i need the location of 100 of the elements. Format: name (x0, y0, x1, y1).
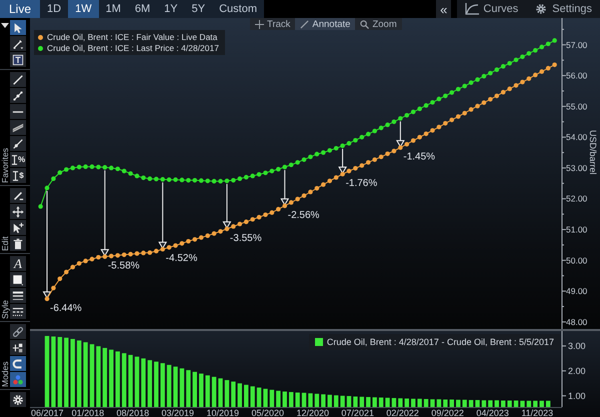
axis-tick-label: 50.00 (566, 255, 588, 266)
color-dots-icon[interactable] (10, 372, 26, 387)
axis-tick-label: 51.00 (566, 224, 588, 235)
axis-tick-label: 3.00 (568, 340, 586, 351)
bar (295, 392, 300, 407)
annotation-arrow (222, 183, 232, 229)
bar (482, 400, 486, 407)
pencil-icon[interactable] (10, 188, 26, 203)
move-icon[interactable] (10, 204, 26, 219)
annotation-label: -2.56% (288, 210, 320, 221)
bar (109, 350, 114, 407)
magnet-icon[interactable] (10, 356, 26, 371)
collapse-button[interactable]: « (436, 0, 452, 18)
line-width-icon[interactable] (10, 288, 26, 303)
axis-tick-label: 07/2021 (341, 408, 374, 417)
nodes-icon[interactable] (10, 340, 26, 355)
bar (372, 397, 377, 407)
range-tab[interactable]: 1M (98, 0, 128, 18)
bar (134, 356, 140, 407)
trash-icon[interactable] (10, 236, 26, 251)
level-tool-button[interactable]: % (10, 152, 26, 167)
axis-tick-label: 2.00 (568, 366, 586, 376)
bar (321, 394, 326, 407)
bar (128, 354, 133, 407)
axis-tick-label: 48.00 (566, 316, 588, 327)
bar (44, 336, 50, 407)
live-button[interactable]: Live (0, 0, 40, 18)
channel-icon[interactable] (10, 120, 26, 135)
section-label: Modes (0, 360, 10, 387)
annotation-label: -1.76% (346, 178, 378, 190)
chain-icon[interactable] (10, 324, 26, 339)
annotation-label: -4.52% (166, 253, 198, 264)
range-tab[interactable]: 5Y (184, 0, 212, 18)
level-tool-button[interactable]: $ (10, 168, 26, 183)
bar (180, 368, 184, 407)
pen-icon[interactable] (10, 36, 26, 51)
bar (302, 392, 306, 407)
bar (546, 400, 550, 407)
bar (231, 382, 236, 407)
bar (282, 392, 287, 407)
bar (398, 398, 403, 407)
annotate-button[interactable]: Annotate (295, 18, 356, 30)
annotation-label: -5.58% (108, 260, 140, 272)
range-tab[interactable]: 1D (40, 0, 68, 18)
settings-icon[interactable] (10, 392, 26, 407)
cursor-icon[interactable] (10, 20, 26, 35)
range-tab[interactable]: 6M (128, 0, 158, 18)
bar (417, 398, 422, 407)
bar (263, 388, 268, 407)
range-tab[interactable]: 1W (68, 0, 99, 18)
annotation-label: -6.44% (50, 302, 82, 314)
bar (218, 378, 223, 407)
axis-tick-label: 52.00 (566, 194, 588, 204)
annotation-label: -3.55% (230, 232, 262, 244)
bar (276, 390, 281, 407)
curve-chart-icon (465, 3, 480, 15)
pencil-icon (300, 20, 310, 28)
section-label: Edit (0, 235, 10, 251)
square-icon[interactable] (10, 272, 26, 287)
bar (353, 396, 358, 407)
section-label: Style (0, 299, 10, 319)
range-tab[interactable]: Custom (212, 0, 264, 18)
bar (166, 364, 172, 407)
settings-icon (534, 3, 548, 15)
line-style-icon[interactable] (10, 304, 26, 319)
axis-tick-label: 09/2022 (431, 408, 464, 417)
bar (360, 396, 364, 407)
bar (76, 340, 82, 407)
bar (308, 393, 313, 407)
annotation-arrow (396, 120, 405, 148)
text-box-icon[interactable] (10, 52, 26, 67)
axis-tick-label: 55.00 (566, 101, 588, 112)
diagonal-line-icon[interactable] (10, 88, 26, 103)
track-button[interactable]: Track (250, 18, 296, 30)
bar (186, 370, 191, 407)
bar (141, 358, 146, 407)
bar (404, 398, 410, 407)
zoom-button[interactable]: Zoom (355, 18, 402, 30)
diagonal-line-icon[interactable] (10, 72, 26, 87)
annotation-arrow (338, 148, 347, 174)
axis-tick-label: 01/2018 (72, 408, 104, 417)
cursor-plus-icon[interactable] (10, 220, 26, 235)
range-tab[interactable]: 1Y (157, 0, 185, 18)
caret-icon[interactable] (1, 23, 9, 29)
bar (514, 400, 518, 407)
bar (51, 336, 56, 407)
annotation-arrow (280, 170, 290, 206)
font-style-button[interactable]: A (10, 256, 26, 271)
bracket-icon (10, 154, 18, 166)
bar (270, 390, 274, 407)
curves-button[interactable]: Curves (457, 0, 526, 18)
bar (288, 392, 294, 407)
search-icon (360, 20, 370, 28)
bar (488, 400, 493, 407)
axis-tick-label: 04/2023 (476, 408, 509, 417)
diagonal-line-icon[interactable] (10, 136, 26, 151)
settings-button[interactable]: Settings (526, 0, 600, 18)
axis-tick-label: 49.00 (566, 286, 588, 296)
bar (378, 398, 384, 407)
bar (122, 353, 126, 407)
